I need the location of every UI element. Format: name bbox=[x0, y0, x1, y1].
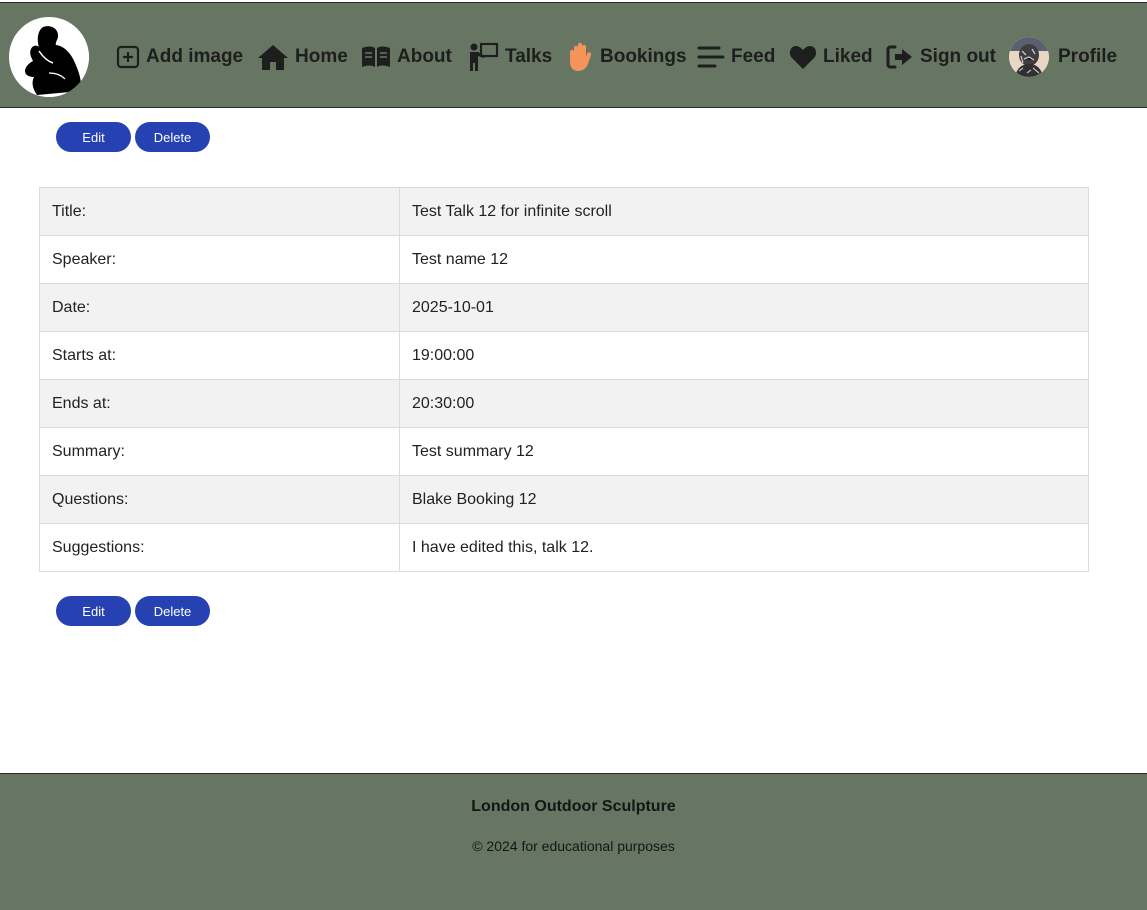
nav-label: Home bbox=[295, 46, 348, 67]
nav-profile[interactable]: Profile bbox=[1009, 37, 1117, 77]
plus-square-icon bbox=[116, 45, 140, 69]
footer-copyright: © 2024 for educational purposes bbox=[472, 838, 675, 854]
row-value: I have edited this, talk 12. bbox=[399, 523, 1089, 572]
nav-add-image[interactable]: Add image bbox=[116, 39, 243, 75]
nav-label: Add image bbox=[146, 46, 244, 67]
table-row: Questions: Blake Booking 12 bbox=[39, 475, 1089, 524]
open-book-icon bbox=[362, 46, 390, 67]
nav-label: Sign out bbox=[920, 46, 996, 67]
row-label: Title: bbox=[39, 187, 400, 236]
stream-lines-icon bbox=[697, 46, 725, 68]
row-label: Questions: bbox=[39, 475, 400, 524]
row-value: 20:30:00 bbox=[399, 379, 1089, 428]
row-label: Ends at: bbox=[39, 379, 400, 428]
row-value: Blake Booking 12 bbox=[399, 475, 1089, 524]
row-value: Test Talk 12 for infinite scroll bbox=[399, 187, 1089, 236]
table-row: Speaker: Test name 12 bbox=[39, 235, 1089, 284]
table-row: Starts at: 19:00:00 bbox=[39, 331, 1089, 380]
table-row: Ends at: 20:30:00 bbox=[39, 379, 1089, 428]
sign-out-icon bbox=[886, 45, 912, 69]
nav-bookings[interactable]: Bookings bbox=[566, 39, 687, 75]
nav-liked[interactable]: Liked bbox=[789, 39, 873, 75]
row-value: 19:00:00 bbox=[399, 331, 1089, 380]
row-label: Suggestions: bbox=[39, 523, 400, 572]
nav-label: Bookings bbox=[600, 46, 687, 67]
edit-button[interactable]: Edit bbox=[56, 596, 131, 626]
raised-hand-icon bbox=[570, 42, 592, 71]
nav-label: Talks bbox=[505, 46, 553, 67]
row-value: Test name 12 bbox=[399, 235, 1089, 284]
row-value: Test summary 12 bbox=[399, 427, 1089, 476]
presenter-icon bbox=[470, 42, 499, 71]
nav-label: Liked bbox=[823, 46, 873, 67]
table-row: Title: Test Talk 12 for infinite scroll bbox=[39, 187, 1089, 236]
nav-label: Feed bbox=[731, 46, 776, 67]
nav-talks[interactable]: Talks bbox=[467, 39, 552, 75]
heart-icon bbox=[789, 46, 817, 69]
row-label: Summary: bbox=[39, 427, 400, 476]
navbar: Add image Home About Talks Bookings Feed… bbox=[0, 2, 1147, 108]
delete-button[interactable]: Delete bbox=[135, 596, 210, 626]
nav-feed[interactable]: Feed bbox=[697, 39, 775, 75]
talk-details-table: Title: Test Talk 12 for infinite scroll … bbox=[39, 187, 1089, 572]
row-label: Speaker: bbox=[39, 235, 400, 284]
table-row: Suggestions: I have edited this, talk 12… bbox=[39, 523, 1089, 572]
logo-thinker-icon[interactable] bbox=[9, 17, 89, 97]
row-label: Starts at: bbox=[39, 331, 400, 380]
nav-about[interactable]: About bbox=[361, 39, 452, 75]
nav-label: Profile bbox=[1058, 46, 1118, 67]
nav-home[interactable]: Home bbox=[257, 39, 348, 75]
edit-button[interactable]: Edit bbox=[56, 122, 131, 152]
avatar bbox=[1009, 37, 1049, 77]
table-row: Summary: Test summary 12 bbox=[39, 427, 1089, 476]
footer-site-name: London Outdoor Sculpture bbox=[471, 798, 676, 815]
home-icon bbox=[258, 45, 288, 70]
footer: London Outdoor Sculpture © 2024 for educ… bbox=[0, 773, 1147, 910]
row-value: 2025-10-01 bbox=[399, 283, 1089, 332]
table-row: Date: 2025-10-01 bbox=[39, 283, 1089, 332]
nav-sign-out[interactable]: Sign out bbox=[886, 39, 996, 75]
delete-button[interactable]: Delete bbox=[135, 122, 210, 152]
row-label: Date: bbox=[39, 283, 400, 332]
nav-label: About bbox=[397, 46, 452, 67]
